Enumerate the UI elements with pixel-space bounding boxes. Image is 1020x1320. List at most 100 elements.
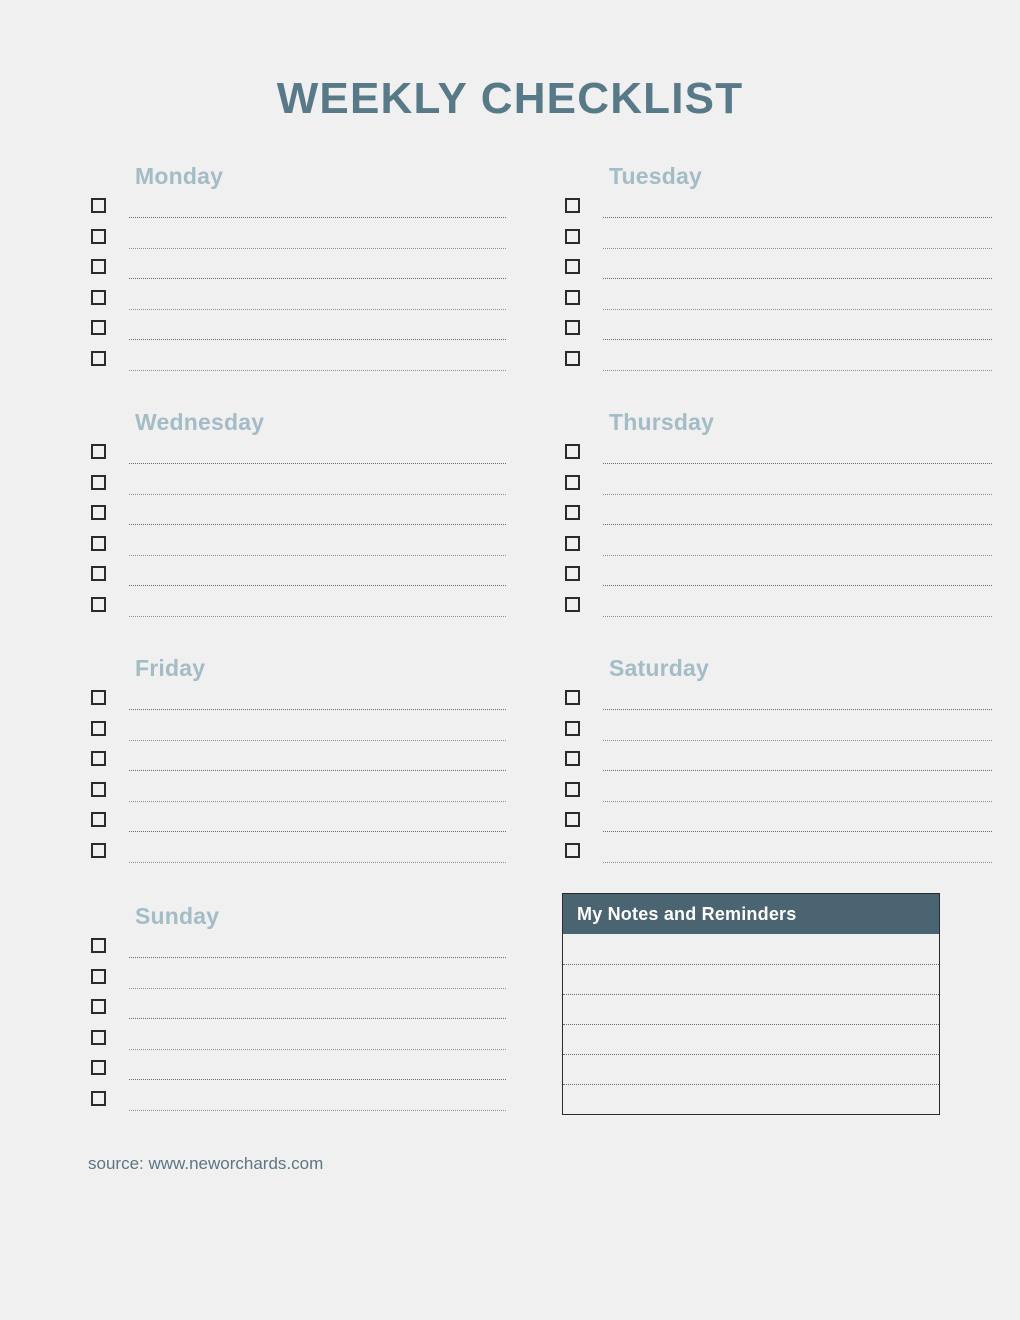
task-write-line[interactable] [603, 831, 992, 832]
task-write-line[interactable] [129, 861, 506, 863]
checklist-row [88, 935, 518, 966]
task-write-line[interactable] [129, 1079, 506, 1080]
checkbox-icon[interactable] [91, 1060, 106, 1075]
checkbox-icon[interactable] [91, 690, 106, 705]
notes-write-line[interactable] [563, 1084, 939, 1085]
checkbox-icon[interactable] [91, 444, 106, 459]
task-write-line[interactable] [603, 524, 992, 525]
task-write-line[interactable] [129, 800, 506, 802]
task-write-line[interactable] [129, 709, 506, 710]
checkbox-icon[interactable] [91, 320, 106, 335]
task-write-line[interactable] [603, 247, 992, 249]
notes-write-line[interactable] [563, 1054, 939, 1055]
task-write-line[interactable] [129, 278, 506, 279]
notes-write-line[interactable] [563, 994, 939, 995]
task-write-line[interactable] [129, 957, 506, 958]
task-write-line[interactable] [603, 217, 992, 218]
task-write-line[interactable] [129, 217, 506, 218]
checkbox-icon[interactable] [91, 968, 106, 984]
notes-header-bar: My Notes and Reminders [563, 894, 939, 934]
task-write-line[interactable] [129, 831, 506, 832]
checkbox-icon[interactable] [565, 228, 580, 244]
checkbox-icon[interactable] [565, 690, 580, 705]
task-write-line[interactable] [129, 770, 506, 771]
checkbox-icon[interactable] [91, 999, 106, 1014]
task-write-line[interactable] [603, 339, 992, 340]
checkbox-icon[interactable] [565, 474, 580, 490]
task-write-line[interactable] [603, 308, 992, 310]
task-write-line[interactable] [603, 800, 992, 802]
checkbox-icon[interactable] [91, 535, 106, 551]
task-write-line[interactable] [603, 861, 992, 863]
checkbox-icon[interactable] [565, 720, 580, 736]
checkbox-icon[interactable] [91, 938, 106, 953]
checklist-row [88, 533, 518, 564]
task-write-line[interactable] [603, 554, 992, 556]
task-write-line[interactable] [603, 770, 992, 771]
task-write-line[interactable] [129, 585, 506, 586]
task-write-line[interactable] [129, 1109, 506, 1111]
checklist-row [88, 287, 518, 318]
checkbox-icon[interactable] [91, 751, 106, 766]
checkbox-icon[interactable] [91, 228, 106, 244]
checkbox-icon[interactable] [565, 505, 580, 520]
task-write-line[interactable] [129, 463, 506, 464]
task-write-line[interactable] [129, 369, 506, 371]
task-write-line[interactable] [603, 739, 992, 741]
checklist-row [562, 502, 992, 533]
task-write-line[interactable] [129, 739, 506, 741]
checkbox-icon[interactable] [91, 596, 106, 612]
task-write-line[interactable] [129, 524, 506, 525]
task-write-line[interactable] [603, 615, 992, 617]
task-write-line[interactable] [603, 278, 992, 279]
checkbox-icon[interactable] [91, 474, 106, 490]
checkbox-icon[interactable] [91, 566, 106, 581]
checkbox-icon[interactable] [565, 781, 580, 797]
task-write-line[interactable] [603, 585, 992, 586]
task-write-line[interactable] [129, 493, 506, 495]
checkbox-icon[interactable] [91, 720, 106, 736]
checkbox-icon[interactable] [91, 505, 106, 520]
task-write-line[interactable] [129, 339, 506, 340]
checkbox-icon[interactable] [565, 350, 580, 366]
task-write-line[interactable] [603, 493, 992, 495]
checklist-row [88, 226, 518, 257]
checkbox-icon[interactable] [91, 350, 106, 366]
checkbox-icon[interactable] [565, 566, 580, 581]
checkbox-icon[interactable] [565, 320, 580, 335]
checkbox-icon[interactable] [565, 198, 580, 213]
checkbox-icon[interactable] [565, 259, 580, 274]
task-write-line[interactable] [129, 1048, 506, 1050]
checkbox-icon[interactable] [565, 751, 580, 766]
checkbox-icon[interactable] [565, 289, 580, 305]
checkbox-icon[interactable] [91, 198, 106, 213]
checkbox-icon[interactable] [91, 289, 106, 305]
checkbox-icon[interactable] [91, 1090, 106, 1106]
day-header-friday: Friday [135, 655, 206, 681]
checkbox-icon[interactable] [565, 444, 580, 459]
task-write-line[interactable] [129, 987, 506, 989]
task-write-line[interactable] [603, 709, 992, 710]
checkbox-icon[interactable] [565, 596, 580, 612]
checkbox-icon[interactable] [91, 259, 106, 274]
checkbox-icon[interactable] [91, 842, 106, 858]
task-write-line[interactable] [129, 1018, 506, 1019]
checkbox-icon[interactable] [565, 535, 580, 551]
checkbox-icon[interactable] [565, 842, 580, 858]
task-write-line[interactable] [129, 615, 506, 617]
checklist-row [562, 317, 992, 348]
notes-write-line[interactable] [563, 1024, 939, 1025]
checklist-row [88, 472, 518, 503]
checkbox-icon[interactable] [91, 781, 106, 797]
checkbox-icon[interactable] [565, 812, 580, 827]
checkbox-icon[interactable] [91, 1029, 106, 1045]
notes-writing-area[interactable] [563, 934, 939, 1114]
checklist-row [562, 195, 992, 226]
task-write-line[interactable] [129, 247, 506, 249]
notes-write-line[interactable] [563, 964, 939, 965]
task-write-line[interactable] [603, 369, 992, 371]
checkbox-icon[interactable] [91, 812, 106, 827]
task-write-line[interactable] [129, 554, 506, 556]
task-write-line[interactable] [129, 308, 506, 310]
task-write-line[interactable] [603, 463, 992, 464]
